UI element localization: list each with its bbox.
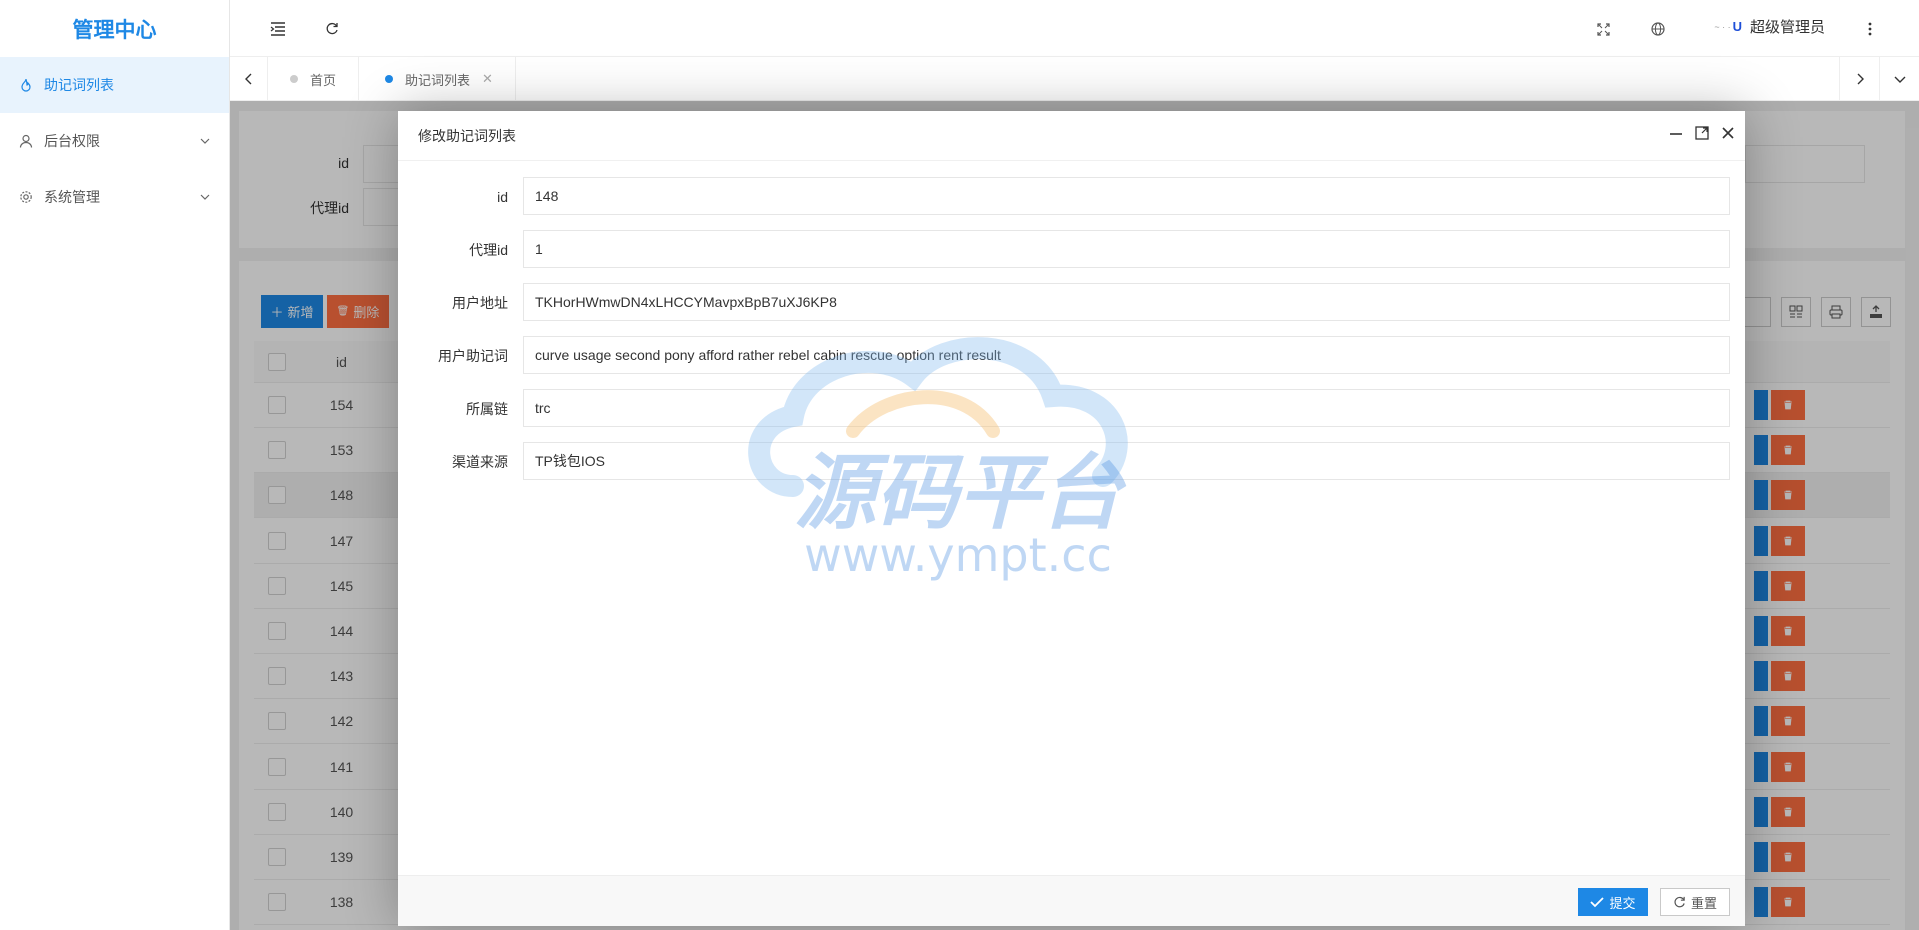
sidebar-item-mnemonic-list[interactable]: 助记词列表 — [0, 57, 229, 113]
chevron-down-icon — [1894, 76, 1905, 83]
dialog-title-text: 修改助记词列表 — [418, 127, 516, 144]
tab-scroll-right-button[interactable] — [1839, 57, 1879, 101]
avatar: ~ · · U — [1714, 19, 1742, 34]
form-row-agent-id: 代理id — [398, 230, 1745, 270]
tab-dot — [290, 75, 298, 83]
sidebar-item-admin-permissions[interactable]: 后台权限 — [0, 113, 229, 169]
tab-label: 助记词列表 — [405, 72, 471, 88]
avatar-dots: ~ · · — [1714, 21, 1731, 32]
chevron-down-icon — [199, 191, 211, 203]
form-row-channel-source: 渠道来源 — [398, 442, 1745, 482]
mnemonic-field[interactable] — [523, 336, 1730, 374]
user-menu[interactable]: ~ · · U 超级管理员 — [1714, 16, 1825, 37]
dialog-title: 修改助记词列表 — [398, 111, 1745, 161]
close-icon[interactable]: ✕ — [482, 71, 493, 87]
avatar-letter: U — [1732, 19, 1742, 34]
form-row-chain: 所属链 — [398, 389, 1745, 429]
globe-icon[interactable] — [1647, 18, 1669, 40]
tab-bar: 首页 助记词列表 ✕ — [230, 57, 1919, 101]
sidebar-item-label: 助记词列表 — [44, 77, 114, 93]
chevron-right-icon — [1857, 73, 1864, 85]
user-icon — [18, 133, 34, 149]
field-label-chain: 所属链 — [466, 401, 508, 417]
sidebar-item-label: 系统管理 — [44, 189, 100, 205]
refresh-icon — [1674, 896, 1685, 907]
sidebar: 管理中心 助记词列表 后台权限 系统管理 — [0, 0, 230, 930]
submit-button-label: 提交 — [1609, 895, 1636, 911]
chevron-down-icon — [199, 135, 211, 147]
tab-mnemonic-list[interactable]: 助记词列表 ✕ — [363, 57, 516, 101]
more-vertical-icon[interactable] — [1859, 18, 1881, 40]
tab-home[interactable]: 首页 — [268, 57, 360, 101]
field-label-user-address: 用户地址 — [452, 295, 508, 311]
tab-menu-button[interactable] — [1879, 57, 1919, 101]
field-label-agent-id: 代理id — [469, 242, 508, 258]
field-label-id: id — [497, 189, 508, 205]
maximize-icon[interactable] — [1693, 124, 1711, 142]
close-icon[interactable] — [1719, 124, 1737, 142]
reset-button-label: 重置 — [1690, 895, 1717, 911]
refresh-icon[interactable] — [321, 18, 343, 40]
check-icon — [1590, 897, 1605, 908]
dialog-footer: 提交 重置 — [398, 875, 1745, 926]
fullscreen-icon[interactable] — [1592, 18, 1614, 40]
gear-icon — [18, 189, 34, 205]
tab-scroll-left-button[interactable] — [230, 57, 268, 101]
top-header: ~ · · U 超级管理员 — [230, 0, 1919, 57]
user-address-field[interactable] — [523, 283, 1730, 321]
channel-source-field[interactable] — [523, 442, 1730, 480]
field-label-mnemonic: 用户助记词 — [438, 348, 508, 364]
agent-id-field[interactable] — [523, 230, 1730, 268]
dialog-controls — [1667, 124, 1737, 142]
tab-dot — [385, 75, 393, 83]
tab-label: 首页 — [310, 72, 337, 88]
id-field[interactable] — [523, 177, 1730, 215]
sidebar-item-system-management[interactable]: 系统管理 — [0, 169, 229, 225]
fire-icon — [18, 77, 34, 93]
app-logo: 管理中心 — [72, 18, 157, 42]
edit-dialog: 修改助记词列表 id 代理id 用户地址 用户助记词 所属链 — [398, 111, 1745, 926]
sidebar-item-label: 后台权限 — [44, 133, 100, 149]
minimize-icon[interactable] — [1667, 124, 1685, 142]
reset-button[interactable]: 重置 — [1660, 888, 1730, 916]
form-row-id: id — [398, 177, 1745, 217]
user-name: 超级管理员 — [1749, 19, 1825, 36]
form-row-user-address: 用户地址 — [398, 283, 1745, 323]
menu-collapse-icon[interactable] — [267, 18, 289, 40]
form-row-mnemonic: 用户助记词 — [398, 336, 1745, 376]
chevron-left-icon — [244, 73, 251, 85]
field-label-channel-source: 渠道来源 — [452, 454, 508, 470]
submit-button[interactable]: 提交 — [1578, 888, 1648, 916]
chain-field[interactable] — [523, 389, 1730, 427]
